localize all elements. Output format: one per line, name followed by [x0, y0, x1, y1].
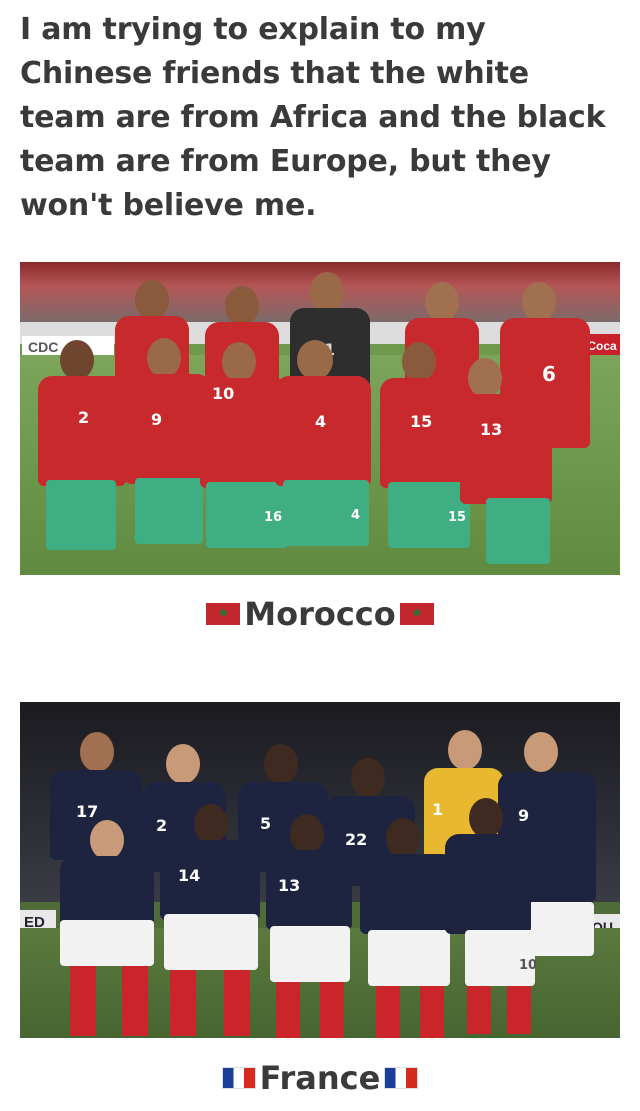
shirt-number: 17	[76, 802, 99, 821]
shirt-number: 2	[78, 408, 90, 427]
shorts-number: 15	[448, 510, 467, 525]
shirt-number: 9	[518, 806, 530, 825]
shirt-number: 22	[345, 830, 368, 849]
shirt-number: 15	[410, 412, 433, 431]
shirt-number: 13	[278, 876, 301, 895]
shirt-number: 10	[212, 384, 235, 403]
shirt-number: 13	[480, 420, 503, 439]
morocco-flag-icon	[399, 603, 434, 625]
shirt-number: 1	[432, 800, 444, 819]
morocco-flag-icon	[206, 603, 241, 625]
shirt-number: 5	[260, 814, 272, 833]
shirt-number: 2	[156, 816, 168, 835]
morocco-team-photo: CDC Coca 10 1 6 2 9 10	[20, 262, 620, 575]
shorts-number: 4	[351, 508, 361, 523]
morocco-label-text: Morocco	[244, 595, 396, 633]
shirt-number: 14	[178, 866, 201, 885]
france-team-photo: ED QU 17 2 5 22 1 9 14 13 10	[20, 702, 620, 1038]
france-flag-icon	[221, 1067, 256, 1089]
shirt-number: 6	[542, 362, 556, 386]
caption-text: I am trying to explain to my Chinese fri…	[20, 12, 606, 223]
morocco-label: Morocco	[0, 592, 640, 636]
shirt-number: 4	[315, 412, 327, 431]
france-label: France	[0, 1056, 640, 1100]
shorts-number: 10	[519, 958, 538, 973]
france-flag-icon	[384, 1067, 419, 1089]
shorts-number: 16	[264, 510, 283, 525]
france-label-text: France	[259, 1059, 381, 1097]
shirt-number: 9	[151, 410, 163, 429]
